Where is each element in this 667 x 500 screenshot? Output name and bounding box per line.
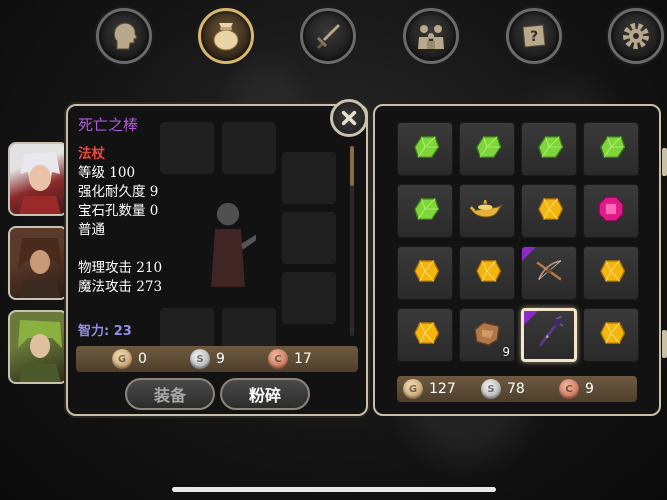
death-staff-icon bbox=[531, 315, 567, 355]
copper-amount: 17 bbox=[294, 351, 312, 367]
copper-coin-icon: C bbox=[559, 379, 579, 399]
detail-scrollbar[interactable] bbox=[350, 146, 354, 336]
inventory-slot[interactable] bbox=[397, 246, 453, 300]
gold-coin-icon: G bbox=[112, 349, 132, 369]
hero-portrait-3[interactable] bbox=[8, 310, 68, 384]
green-gem-icon bbox=[594, 130, 628, 168]
tab-equipment[interactable] bbox=[300, 8, 356, 64]
tab-inventory[interactable] bbox=[198, 8, 254, 64]
player-currency-bar: G 127 S 78 C 9 bbox=[397, 376, 637, 402]
inventory-slot[interactable] bbox=[397, 308, 453, 362]
inventory-slot[interactable] bbox=[521, 308, 577, 362]
tab-character[interactable] bbox=[96, 8, 152, 64]
player-copper: C 9 bbox=[559, 379, 637, 399]
silver-coin-icon: S bbox=[190, 349, 210, 369]
gold-coin-icon: G bbox=[403, 379, 423, 399]
item-attribute: 智力: 23 bbox=[78, 324, 132, 339]
inventory-slot[interactable] bbox=[459, 246, 515, 300]
bag-icon bbox=[213, 23, 239, 51]
green-gem-icon bbox=[408, 130, 442, 168]
cost-copper: C 17 bbox=[268, 349, 346, 369]
item-durability: 强化耐久度 9 bbox=[78, 184, 159, 200]
item-level: 等级 100 bbox=[78, 165, 136, 181]
pink-gem-icon bbox=[594, 192, 628, 230]
close-button[interactable] bbox=[330, 99, 368, 137]
inventory-slot[interactable] bbox=[521, 246, 577, 300]
silver-amount: 9 bbox=[216, 351, 225, 367]
silver-amount: 78 bbox=[507, 381, 525, 397]
item-type: 法杖 bbox=[78, 146, 105, 162]
player-gold: G 127 bbox=[403, 379, 481, 399]
item-cost-bar: G 0 S 9 C 17 bbox=[76, 346, 358, 372]
inventory-slot[interactable] bbox=[583, 246, 639, 300]
inventory-slot[interactable] bbox=[459, 184, 515, 238]
leather-hide-icon bbox=[470, 316, 504, 354]
smash-button[interactable]: 粉碎 bbox=[220, 378, 310, 410]
inventory-slot[interactable] bbox=[397, 184, 453, 238]
yellow-gem-icon bbox=[470, 254, 504, 292]
green-gem-icon bbox=[532, 130, 566, 168]
item-magic-attack: 魔法攻击 273 bbox=[78, 279, 163, 295]
inventory-slot[interactable] bbox=[521, 184, 577, 238]
yellow-gem-icon bbox=[594, 254, 628, 292]
crossbow-icon bbox=[532, 254, 566, 292]
yellow-gem-icon bbox=[594, 316, 628, 354]
yellow-gem-icon bbox=[408, 254, 442, 292]
quest-scroll-icon: ? bbox=[522, 24, 546, 48]
home-indicator[interactable] bbox=[172, 487, 496, 492]
head-profile-icon bbox=[113, 22, 138, 50]
player-silver: S 78 bbox=[481, 379, 559, 399]
edge-handle[interactable] bbox=[662, 330, 667, 358]
hero-portrait-2[interactable] bbox=[8, 226, 68, 300]
green-gem-icon bbox=[408, 192, 442, 230]
inventory-slot[interactable] bbox=[583, 308, 639, 362]
equip-button[interactable]: 装备 bbox=[125, 378, 215, 410]
avatar bbox=[18, 238, 62, 298]
gold-amount: 127 bbox=[429, 381, 456, 397]
hero-portrait-1[interactable] bbox=[8, 142, 68, 216]
inventory-slot[interactable] bbox=[397, 122, 453, 176]
copper-amount: 9 bbox=[585, 381, 594, 397]
item-sockets: 宝石孔数量 0 bbox=[78, 203, 159, 219]
inventory-panel: 9 G 127 S 78 C 9 bbox=[373, 104, 661, 416]
tab-settings[interactable] bbox=[608, 8, 664, 64]
copper-coin-icon: C bbox=[268, 349, 288, 369]
edge-handle[interactable] bbox=[662, 148, 667, 176]
gold-amount: 0 bbox=[138, 351, 147, 367]
magic-lamp-icon bbox=[467, 191, 507, 231]
tab-team[interactable] bbox=[403, 8, 459, 64]
green-gem-icon bbox=[470, 130, 504, 168]
cost-gold: G 0 bbox=[112, 349, 190, 369]
item-stats: 死亡之棒 法杖 等级 100 强化耐久度 9 宝石孔数量 0 普通 物理攻击 2… bbox=[78, 116, 318, 297]
inventory-slot[interactable] bbox=[583, 122, 639, 176]
inventory-slot[interactable] bbox=[521, 122, 577, 176]
family-icon bbox=[418, 25, 444, 49]
yellow-gem-icon bbox=[532, 192, 566, 230]
silver-coin-icon: S bbox=[481, 379, 501, 399]
yellow-gem-icon bbox=[408, 316, 442, 354]
avatar bbox=[19, 152, 61, 214]
item-physical-attack: 物理攻击 210 bbox=[78, 260, 163, 276]
sword-icon bbox=[317, 24, 340, 49]
svg-text:?: ? bbox=[530, 29, 538, 45]
gear-icon bbox=[623, 23, 649, 49]
inventory-slot[interactable]: 9 bbox=[459, 308, 515, 362]
item-count: 9 bbox=[502, 345, 510, 359]
item-detail-panel: 死亡之棒 法杖 等级 100 强化耐久度 9 宝石孔数量 0 普通 物理攻击 2… bbox=[66, 104, 368, 416]
cost-silver: S 9 bbox=[190, 349, 268, 369]
inventory-slot[interactable] bbox=[583, 184, 639, 238]
item-name: 死亡之棒 bbox=[78, 116, 139, 134]
inventory-slot[interactable] bbox=[459, 122, 515, 176]
avatar bbox=[18, 320, 62, 382]
item-quality: 普通 bbox=[78, 222, 105, 238]
close-icon bbox=[341, 110, 357, 126]
tab-quests[interactable]: ? bbox=[506, 8, 562, 64]
